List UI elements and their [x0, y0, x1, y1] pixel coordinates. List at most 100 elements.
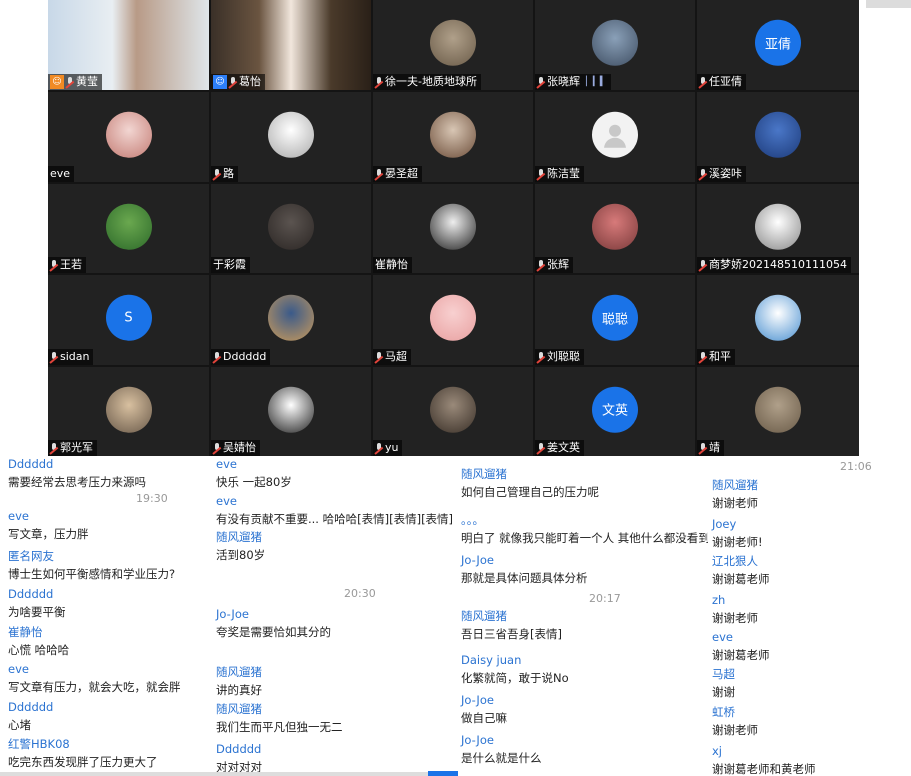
- chat-timestamp: 19:30: [136, 492, 168, 505]
- chat-message: Daisy juan 化繁就简，敢于说No: [461, 652, 569, 687]
- muted-mic-icon: [699, 259, 707, 271]
- participant-name: 葛怡: [239, 75, 261, 88]
- chat-sender[interactable]: Dddddd: [216, 741, 262, 758]
- chat-timestamp: 21:06: [840, 460, 872, 473]
- participant-tile[interactable]: 于彩霞: [211, 184, 371, 273]
- participant-name: 吴婧怡: [223, 441, 256, 454]
- chat-message: 红警HBK08 吃完东西发现胖了压力更大了: [8, 736, 158, 771]
- chat-sender[interactable]: 辽北狠人: [712, 553, 770, 570]
- chat-sender[interactable]: eve: [216, 456, 292, 473]
- chat-sender[interactable]: eve: [8, 661, 181, 678]
- chat-sender[interactable]: Dddddd: [8, 699, 53, 716]
- video-grid: ☺ 黄莹 ☺ 葛怡 徐一夫-地质地球所 张晓辉 ▏▎▍ 亚倩 任亚倩 eve 路 晏圣超 陈洁莹 溪姿咔王…: [48, 0, 859, 456]
- participant-tile[interactable]: 陈洁莹: [535, 92, 695, 182]
- chat-sender[interactable]: 随风遛猪: [216, 701, 343, 718]
- participant-tile[interactable]: 靖: [697, 367, 859, 456]
- window-control[interactable]: [866, 0, 911, 8]
- avatar-photo: [755, 111, 801, 158]
- chat-sender[interactable]: zh: [712, 592, 758, 609]
- participant-tile[interactable]: ☺ 葛怡: [211, 0, 371, 90]
- chat-text: 博士生如何平衡感情和学业压力?: [8, 567, 176, 581]
- participant-tile[interactable]: 郭光军: [48, 367, 209, 456]
- participant-tile[interactable]: 聪聪 刘聪聪: [535, 275, 695, 365]
- avatar-photo: [430, 111, 476, 158]
- participant-tile[interactable]: 吴婧怡: [211, 367, 371, 456]
- participant-tile[interactable]: Ssidan: [48, 275, 209, 365]
- muted-mic-icon: [50, 442, 58, 454]
- chat-text: 谢谢葛老师和黄老师: [712, 762, 816, 776]
- chat-text: 活到80岁: [216, 548, 266, 562]
- avatar-photo: [592, 19, 638, 66]
- chat-sender[interactable]: 马超: [712, 666, 735, 683]
- chat-message: 辽北狠人 谢谢葛老师: [712, 553, 770, 588]
- chat-sender[interactable]: 崔静怡: [8, 624, 69, 641]
- chat-sender[interactable]: 随风遛猪: [712, 477, 758, 494]
- participant-tile[interactable]: 溪姿咔: [697, 92, 859, 182]
- chat-sender[interactable]: xj: [712, 743, 816, 760]
- chat-text: 谢谢葛老师: [712, 648, 770, 662]
- chat-sender[interactable]: 随风遛猪: [216, 529, 265, 546]
- participant-tile[interactable]: 路: [211, 92, 371, 182]
- participant-name: 姜文英: [547, 441, 580, 454]
- chat-message: Jo-Joe 做自己嘛: [461, 692, 507, 727]
- participant-tile[interactable]: 张辉: [535, 184, 695, 273]
- chat-sender[interactable]: Jo-Joe: [216, 606, 331, 623]
- participant-tile[interactable]: 文英 姜文英: [535, 367, 695, 456]
- participant-tile[interactable]: 张晓辉 ▏▎▍: [535, 0, 695, 90]
- participant-name: 刘聪聪: [547, 350, 580, 363]
- avatar-photo: [755, 294, 801, 341]
- participant-tile[interactable]: 崔静怡: [373, 184, 533, 273]
- cohost-badge-icon: ☺: [213, 75, 227, 89]
- participant-tile[interactable]: yu: [373, 367, 533, 456]
- chat-sender[interactable]: 随风遛猪: [461, 466, 599, 483]
- muted-mic-icon: [537, 168, 545, 180]
- participant-tile[interactable]: 和平: [697, 275, 859, 365]
- participant-tile[interactable]: 马超: [373, 275, 533, 365]
- chat-sender[interactable]: eve: [712, 629, 770, 646]
- participant-tile[interactable]: ☺ 黄莹: [48, 0, 209, 90]
- participant-name: 陈洁莹: [547, 167, 580, 180]
- chat-text: 谢谢老师: [712, 611, 758, 625]
- chat-sender[interactable]: 。。。: [461, 512, 708, 529]
- scrollbar-thumb[interactable]: [428, 771, 458, 776]
- chat-text: 谢谢: [712, 685, 735, 699]
- participant-name-label: 陈洁莹: [535, 166, 584, 182]
- chat-sender[interactable]: eve: [8, 508, 89, 525]
- chat-sender[interactable]: Daisy juan: [461, 652, 569, 669]
- chat-text: 明白了 就像我只能盯着一个人 其他什么都没看到: [461, 531, 708, 545]
- avatar-initials: 聪聪: [592, 294, 638, 341]
- chat-text: 谢谢老师!: [712, 535, 763, 549]
- muted-mic-icon: [50, 259, 58, 271]
- avatar-photo: [268, 111, 314, 158]
- participant-tile[interactable]: Dddddd: [211, 275, 371, 365]
- chat-column-3: 随风遛猪 如何自己管理自己的压力呢。。。 明白了 就像我只能盯着一个人 其他什么都没…: [453, 456, 708, 776]
- chat-sender[interactable]: 匿名网友: [8, 548, 175, 565]
- participant-tile[interactable]: 亚倩 任亚倩: [697, 0, 859, 90]
- chat-sender[interactable]: 虹桥: [712, 704, 758, 721]
- muted-mic-icon: [66, 76, 74, 88]
- participant-tile[interactable]: 徐一夫-地质地球所: [373, 0, 533, 90]
- chat-sender[interactable]: Jo-Joe: [461, 552, 588, 569]
- avatar-photo: [755, 386, 801, 433]
- host-badge-icon: ☺: [50, 75, 64, 89]
- chat-sender[interactable]: Jo-Joe: [461, 692, 507, 709]
- participant-name-label: 郭光军: [48, 440, 97, 456]
- chat-sender[interactable]: eve: [216, 493, 453, 510]
- participant-tile[interactable]: 王若: [48, 184, 209, 273]
- participant-tile[interactable]: eve: [48, 92, 209, 182]
- muted-mic-icon: [213, 168, 221, 180]
- participant-tile[interactable]: 晏圣超: [373, 92, 533, 182]
- chat-sender[interactable]: Dddddd: [8, 456, 146, 473]
- chat-column-2: eve 快乐 一起80岁 eve 有没有贡献不重要... 哈哈哈[表情][表情][表情…: [208, 456, 456, 776]
- chat-sender[interactable]: Dddddd: [8, 586, 66, 603]
- scrollbar[interactable]: [0, 772, 428, 776]
- participant-name-label: 溪姿咔: [697, 166, 746, 182]
- chat-sender[interactable]: Joey: [712, 516, 763, 533]
- participant-tile[interactable]: 商梦娇202148510111054: [697, 184, 859, 273]
- chat-sender[interactable]: 随风遛猪: [216, 664, 262, 681]
- chat-sender[interactable]: 红警HBK08: [8, 736, 158, 753]
- chat-sender[interactable]: Jo-Joe: [461, 732, 542, 749]
- avatar-photo: [430, 386, 476, 433]
- chat-sender[interactable]: 随风遛猪: [461, 608, 562, 625]
- participant-name-label: 崔静怡: [373, 257, 412, 273]
